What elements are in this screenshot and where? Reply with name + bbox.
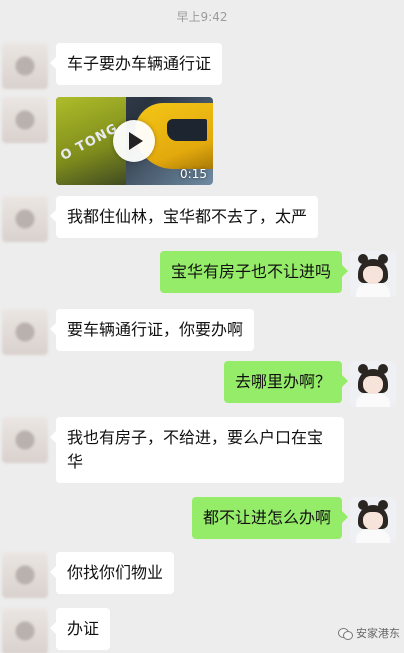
- video-duration: 0:15: [180, 167, 207, 181]
- message-text: 我都住仙林，宝华都不去了，太严: [67, 207, 308, 226]
- sender-avatar[interactable]: [2, 309, 48, 355]
- video-thumbnail-window: [167, 119, 207, 141]
- sender-avatar[interactable]: [2, 417, 48, 463]
- message-text: 去哪里办啊？: [234, 372, 331, 391]
- video-message[interactable]: O TONG 0:15: [56, 97, 213, 185]
- watermark: 安家港东: [338, 625, 400, 641]
- message-bubble[interactable]: 都不让进怎么办啊: [191, 497, 349, 539]
- my-avatar[interactable]: [350, 497, 396, 543]
- message-text: 车子要办车辆通行证: [67, 54, 212, 73]
- play-icon[interactable]: [113, 120, 155, 162]
- wechat-icon: [338, 627, 353, 640]
- my-avatar[interactable]: [350, 361, 396, 407]
- sender-avatar[interactable]: [2, 608, 48, 653]
- message-bubble[interactable]: 宝华有房子也不让进吗: [159, 251, 349, 293]
- watermark-text: 安家港东: [356, 627, 400, 640]
- message-text: 都不让进怎么办啊: [202, 508, 331, 527]
- message-bubble[interactable]: 办证: [49, 608, 111, 650]
- message-bubble[interactable]: 你找你们物业: [49, 552, 175, 594]
- timestamp: 早上9:42: [176, 10, 228, 24]
- my-avatar[interactable]: [350, 251, 396, 297]
- message-bubble[interactable]: 车子要办车辆通行证: [49, 43, 223, 85]
- message-text: 要车辆通行证，你要办啊: [67, 320, 244, 339]
- message-bubble[interactable]: 要车辆通行证，你要办啊: [49, 309, 255, 351]
- message-text: 宝华有房子也不让进吗: [170, 262, 331, 281]
- sender-avatar[interactable]: [2, 97, 48, 143]
- sender-avatar[interactable]: [2, 196, 48, 242]
- message-bubble[interactable]: 去哪里办啊？: [223, 361, 349, 403]
- message-bubble[interactable]: 我也有房子，不给进，要么户口在宝华: [50, 417, 344, 483]
- sender-avatar[interactable]: [2, 552, 48, 598]
- message-text: 我也有房子，不给进，要么户口在宝华: [67, 428, 324, 471]
- message-text: 办证: [67, 619, 100, 638]
- sender-avatar[interactable]: [2, 43, 48, 89]
- message-bubble[interactable]: 我都住仙林，宝华都不去了，太严: [49, 196, 319, 238]
- message-text: 你找你们物业: [67, 563, 164, 582]
